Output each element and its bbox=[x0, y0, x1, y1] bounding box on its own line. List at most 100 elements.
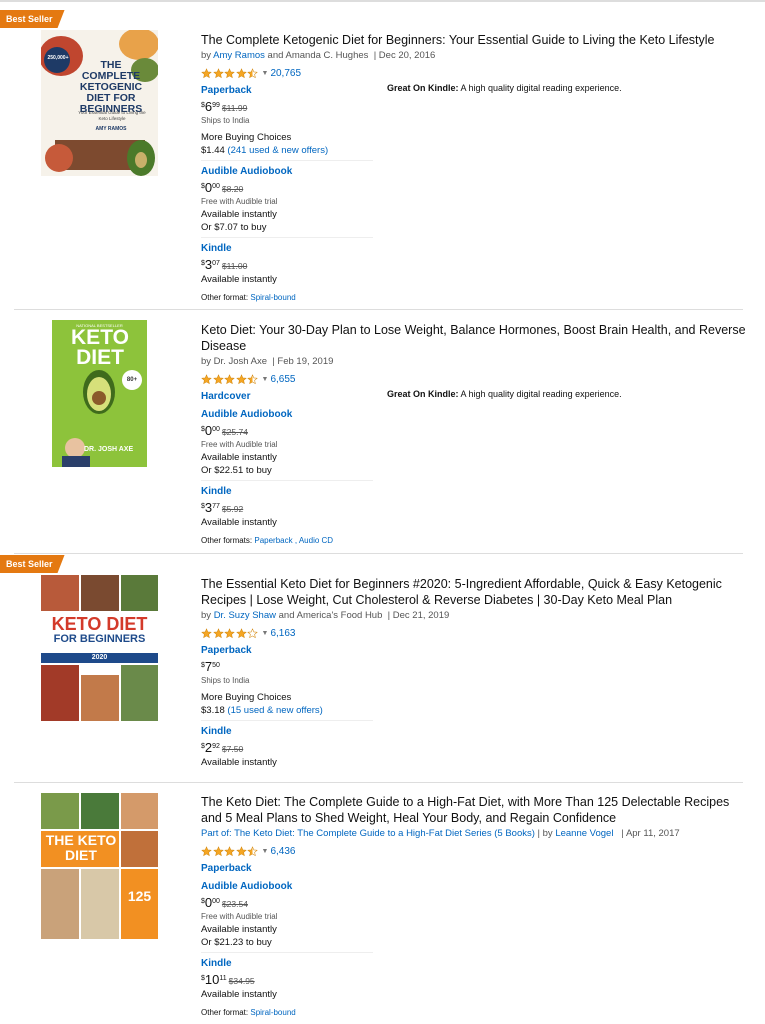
cover-count: 125 bbox=[127, 888, 152, 904]
coauthor: and America's Food Hub bbox=[276, 610, 383, 621]
by-label: by Dr. Josh Axe bbox=[201, 356, 268, 367]
author-link[interactable]: Dr. Suzy Shaw bbox=[214, 610, 276, 621]
price: $000 $25.74 bbox=[201, 423, 248, 438]
book-title-link[interactable]: The Essential Keto Diet for Beginners #2… bbox=[201, 576, 746, 608]
price: $750 bbox=[201, 659, 220, 674]
kindle-note-label: Great On Kindle: bbox=[387, 83, 459, 93]
result-info-1: The Complete Ketogenic Diet for Beginner… bbox=[201, 32, 746, 304]
availability-text: Or $7.07 to buy bbox=[201, 222, 267, 233]
chevron-down-icon[interactable]: ▼ bbox=[262, 376, 269, 383]
availability-text: Available instantly bbox=[201, 924, 277, 935]
book-cover-2[interactable]: NATIONAL BESTSELLER KETO DIET 80+ DR. JO… bbox=[52, 320, 147, 467]
other-format-label: Other format: bbox=[201, 293, 251, 302]
format-link[interactable]: Kindle bbox=[201, 957, 746, 971]
availability-text: Available instantly bbox=[201, 274, 277, 285]
cover-year: 2020 bbox=[91, 654, 108, 661]
price: $292 $7.50 bbox=[201, 740, 244, 755]
other-format-link[interactable]: Spiral-bound bbox=[250, 1008, 295, 1017]
chevron-down-icon[interactable]: ▼ bbox=[262, 630, 269, 637]
format-link[interactable]: Kindle bbox=[201, 485, 746, 499]
other-format-label: Other formats: bbox=[201, 536, 255, 545]
book-title-link[interactable]: The Complete Ketogenic Diet for Beginner… bbox=[201, 32, 746, 48]
cover-subtitle: FOR BEGINNERS bbox=[53, 633, 146, 645]
review-count-link[interactable]: 6,163 bbox=[270, 628, 295, 639]
author-link[interactable]: Leanne Vogel bbox=[555, 828, 613, 839]
review-count-link[interactable]: 6,655 bbox=[270, 374, 295, 385]
kindle-note: Great On Kindle: A high quality digital … bbox=[387, 389, 622, 399]
book-cover-1[interactable]: 250,000+ THE COMPLETE KETOGENIC DIET FOR… bbox=[41, 30, 158, 176]
note-text: Ships to India bbox=[201, 676, 250, 685]
result-info-3: The Essential Keto Diet for Beginners #2… bbox=[201, 576, 746, 769]
price: $1011 $34.95 bbox=[201, 972, 255, 987]
price: $377 $5.92 bbox=[201, 500, 244, 515]
result-divider bbox=[14, 782, 743, 783]
other-format-label: Other format: bbox=[201, 1008, 251, 1017]
rating-row[interactable]: ▼ 6,655 bbox=[201, 372, 746, 386]
star-icon bbox=[247, 845, 258, 857]
format-divider bbox=[201, 952, 373, 953]
format-link[interactable]: Audible Audiobook bbox=[201, 165, 746, 179]
book-cover-3[interactable]: KETO DIET FOR BEGINNERS 2020 bbox=[41, 575, 158, 721]
kindle-note-text: A high quality digital reading experienc… bbox=[458, 389, 622, 399]
series-link[interactable]: Part of: The Keto Diet: The Complete Gui… bbox=[201, 828, 535, 839]
chevron-down-icon[interactable]: ▼ bbox=[262, 848, 269, 855]
chevron-down-icon[interactable]: ▼ bbox=[262, 70, 269, 77]
format-divider bbox=[201, 480, 373, 481]
note-text: Free with Audible trial bbox=[201, 197, 278, 206]
coauthor: and Amanda C. Hughes bbox=[264, 50, 369, 61]
formats: Paperback $699 $11.99 Ships to India More Bu… bbox=[201, 84, 746, 286]
offers-link[interactable]: (241 used & new offers) bbox=[227, 145, 328, 156]
star-icon bbox=[235, 627, 247, 639]
format-divider bbox=[201, 160, 373, 161]
other-formats: Other format: Spiral-bound bbox=[201, 292, 746, 304]
star-icon bbox=[212, 67, 224, 79]
offers-link[interactable]: (15 used & new offers) bbox=[227, 705, 322, 716]
by-label: by bbox=[201, 50, 214, 61]
star-icon bbox=[224, 67, 235, 79]
format-link[interactable]: Kindle bbox=[201, 725, 746, 739]
star-rating[interactable] bbox=[201, 67, 259, 79]
top-divider bbox=[0, 0, 765, 2]
buying-choices-offer: $3.18 (15 used & new offers) bbox=[201, 705, 323, 716]
book-cover-4[interactable]: THE KETO DIET 125 bbox=[41, 793, 158, 939]
cover-title: THE KETO DIET bbox=[45, 832, 117, 863]
availability-text: Available instantly bbox=[201, 209, 277, 220]
format-link[interactable]: Kindle bbox=[201, 242, 746, 256]
price: $000 $23.54 bbox=[201, 895, 248, 910]
star-icon bbox=[235, 845, 247, 857]
format-link[interactable]: Paperback bbox=[201, 862, 746, 876]
by-label: by bbox=[201, 610, 214, 621]
star-rating[interactable] bbox=[201, 373, 259, 385]
review-count-link[interactable]: 6,436 bbox=[270, 846, 295, 857]
rating-row[interactable]: ▼ 20,765 bbox=[201, 66, 746, 80]
format-divider bbox=[201, 237, 373, 238]
book-title-link[interactable]: Keto Diet: Your 30-Day Plan to Lose Weig… bbox=[201, 322, 746, 354]
book-title-link[interactable]: The Keto Diet: The Complete Guide to a H… bbox=[201, 794, 746, 826]
availability-text: More Buying Choices bbox=[201, 692, 292, 703]
rating-row[interactable]: ▼ 6,163 bbox=[201, 626, 746, 640]
format-link[interactable]: Audible Audiobook bbox=[201, 880, 746, 894]
availability-text: Or $22.51 to buy bbox=[201, 465, 272, 476]
author-link[interactable]: Amy Ramos bbox=[213, 50, 265, 61]
star-icon bbox=[224, 845, 235, 857]
price: $000 $8.20 bbox=[201, 180, 244, 195]
star-icon bbox=[235, 373, 247, 385]
star-rating[interactable] bbox=[201, 627, 259, 639]
format-link[interactable]: Audible Audiobook bbox=[201, 408, 746, 422]
availability-text: Available instantly bbox=[201, 517, 277, 528]
result-divider bbox=[14, 309, 743, 310]
byline: by Amy Ramos and Amanda C. Hughes | Dec … bbox=[201, 49, 746, 63]
availability-text: Available instantly bbox=[201, 452, 277, 463]
star-icon bbox=[201, 373, 212, 385]
kindle-note: Great On Kindle: A high quality digital … bbox=[387, 83, 622, 93]
star-icon bbox=[212, 845, 224, 857]
result-divider bbox=[14, 553, 743, 554]
format-link[interactable]: Paperback bbox=[201, 644, 746, 658]
review-count-link[interactable]: 20,765 bbox=[270, 68, 301, 79]
rating-row[interactable]: ▼ 6,436 bbox=[201, 844, 746, 858]
other-format-link[interactable]: Paperback , Audio CD bbox=[254, 536, 333, 545]
star-rating[interactable] bbox=[201, 845, 259, 857]
star-icon bbox=[247, 373, 258, 385]
other-format-link[interactable]: Spiral-bound bbox=[250, 293, 295, 302]
buying-choices-offer: $1.44 (241 used & new offers) bbox=[201, 145, 329, 156]
